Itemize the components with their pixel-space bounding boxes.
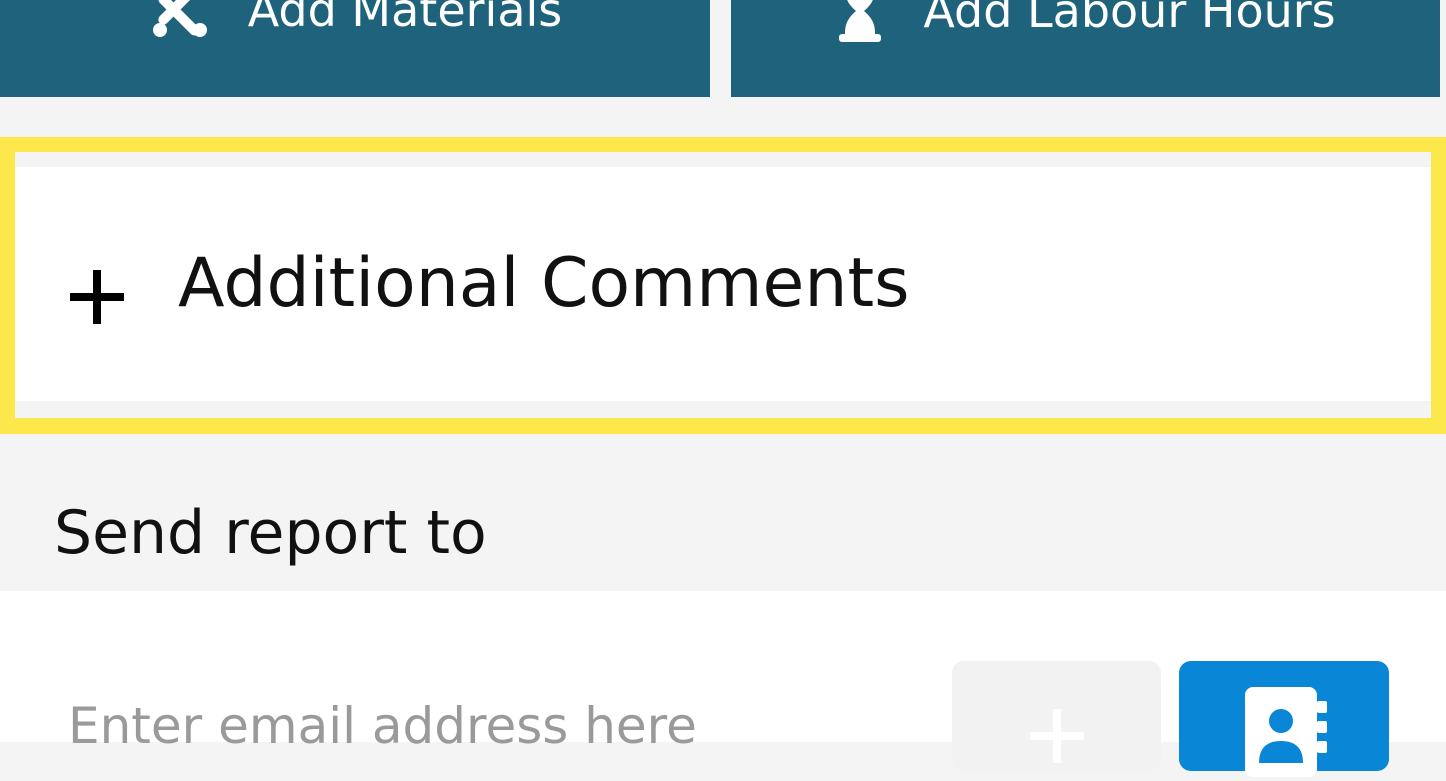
email-entry-row <box>0 591 1446 777</box>
email-input[interactable] <box>54 691 928 761</box>
plus-icon <box>70 270 124 324</box>
add-labour-hours-button[interactable]: Add Labour Hours <box>731 0 1440 97</box>
additional-comments-toggle[interactable]: Additional Comments <box>15 167 1431 401</box>
address-book-icon <box>1241 687 1329 781</box>
send-report-heading: Send report to <box>54 498 487 568</box>
add-email-button[interactable] <box>952 661 1161 771</box>
hourglass-icon <box>835 0 885 44</box>
additional-comments-panel: Additional Comments <box>15 152 1431 418</box>
additional-comments-label: Additional Comments <box>178 244 910 323</box>
tools-icon <box>148 0 212 42</box>
contacts-button[interactable] <box>1179 661 1389 777</box>
plus-icon <box>1030 709 1084 763</box>
add-labour-hours-label: Add Labour Hours <box>923 0 1336 38</box>
additional-comments-highlight: Additional Comments <box>0 137 1446 434</box>
add-materials-label: Add Materials <box>247 0 563 37</box>
add-materials-button[interactable]: Add Materials <box>0 0 710 97</box>
